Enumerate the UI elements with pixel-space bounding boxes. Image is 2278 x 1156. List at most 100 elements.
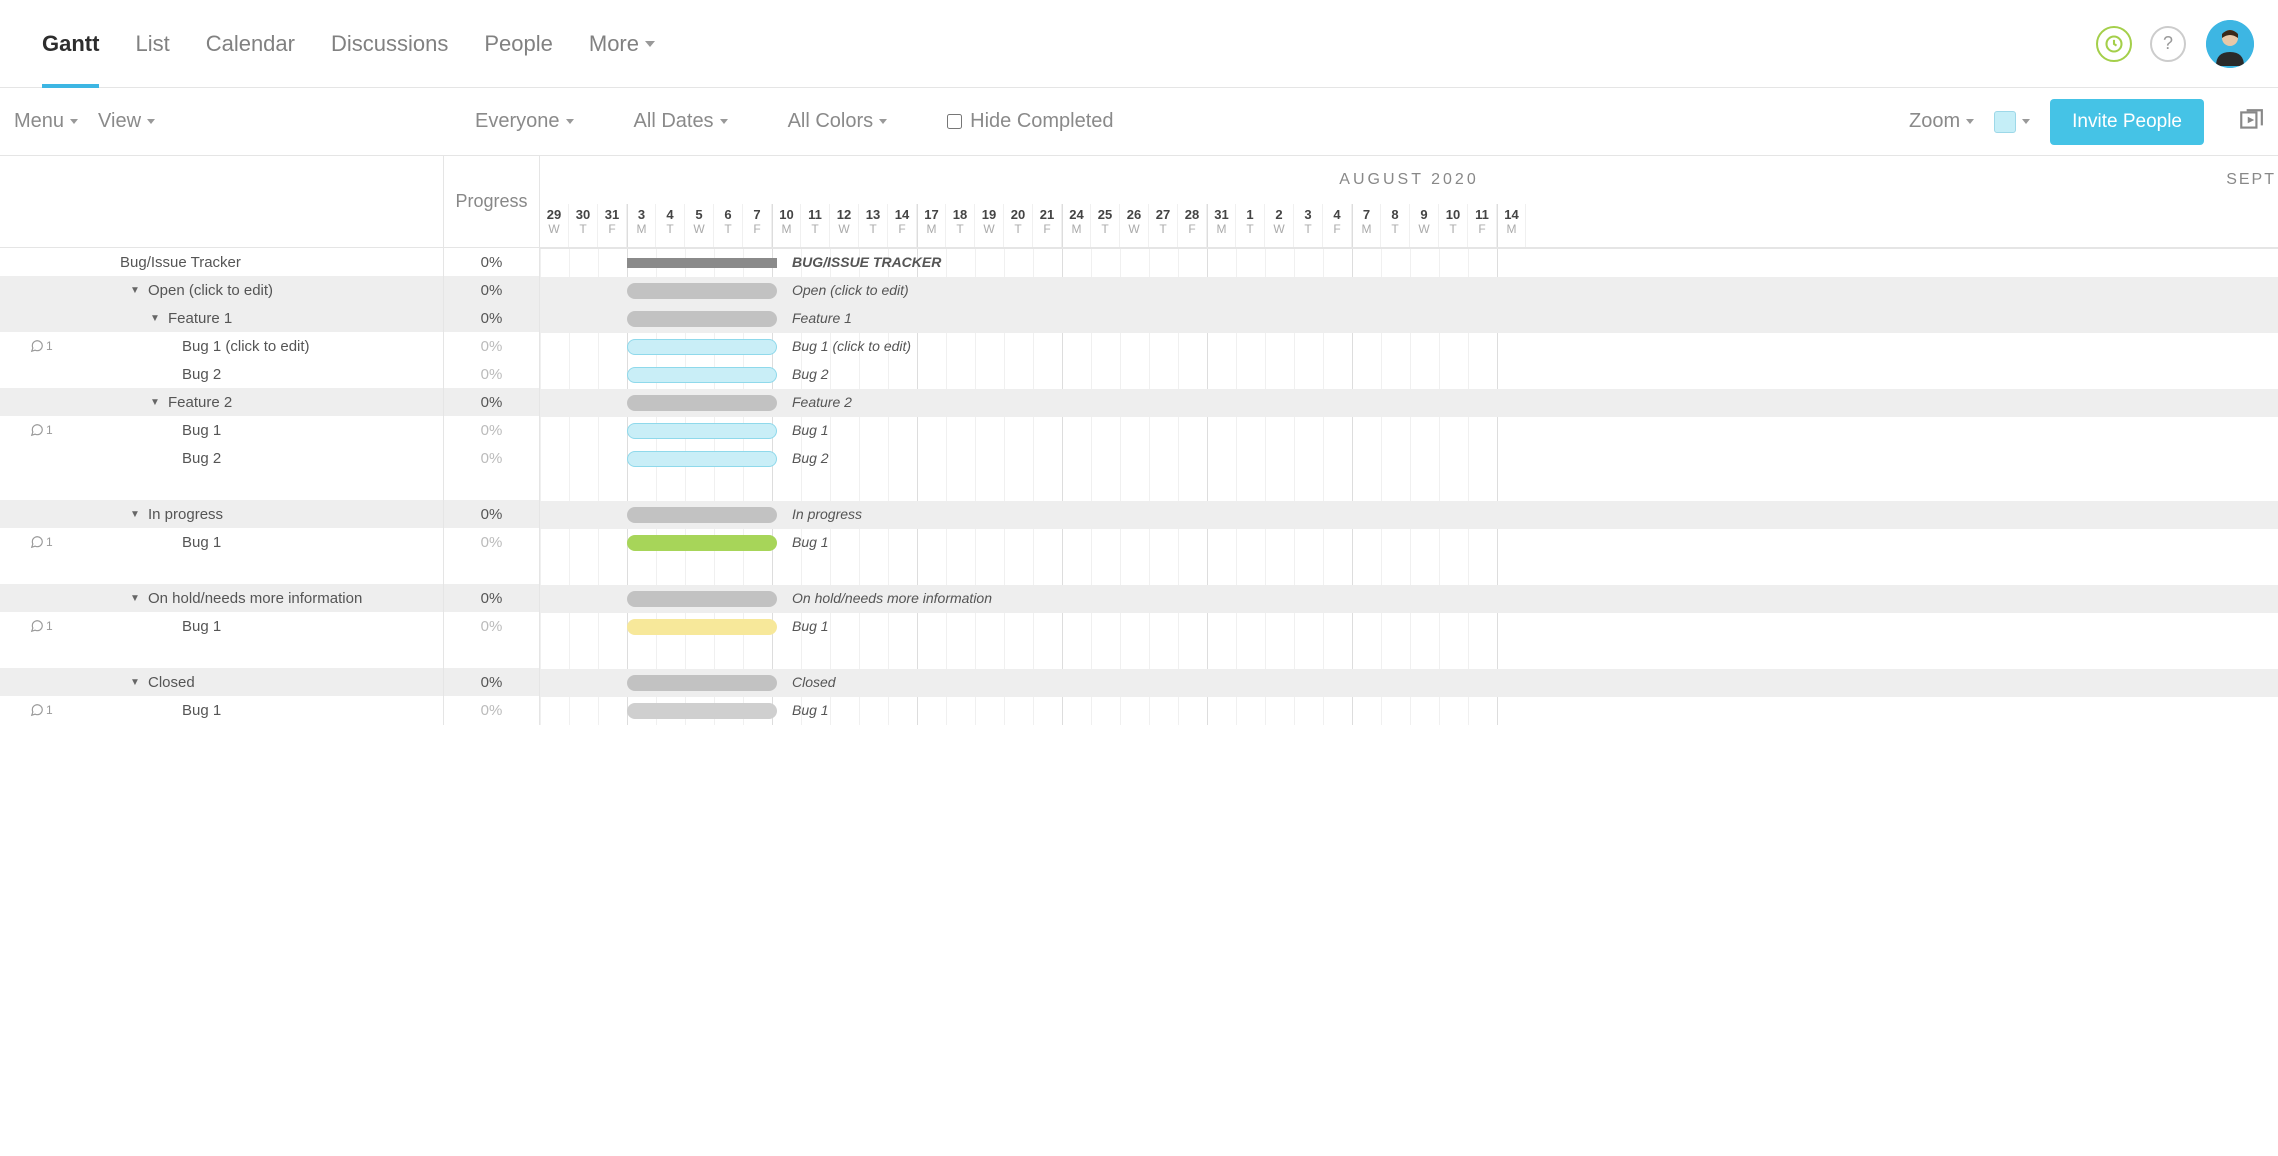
tab-more[interactable]: More [571,0,673,88]
day-column: 19W [975,204,1004,247]
progress-cell: 0% [444,612,539,640]
gantt-row[interactable]: In progress [540,501,2278,529]
comment-indicator[interactable]: 1 [30,535,53,549]
progress-cell: 0% [444,416,539,444]
tab-people[interactable]: People [466,0,571,88]
color-dropdown[interactable] [1994,111,2030,133]
caret-icon[interactable]: ▼ [130,677,140,688]
gantt-row[interactable]: Feature 2 [540,389,2278,417]
gantt-row[interactable]: Bug 1 [540,529,2278,557]
task-list-pane: Bug/Issue Tracker▼Open (click to edit)▼F… [0,156,444,725]
gantt-bar[interactable] [627,619,777,635]
task-row[interactable]: 1Bug 1 (click to edit) [0,332,443,360]
task-label: Bug 1 [182,702,221,719]
progress-cell: 0% [444,248,539,276]
gantt-row[interactable]: Bug 1 (click to edit) [540,333,2278,361]
tab-discussions[interactable]: Discussions [313,0,466,88]
day-column: 11T [801,204,830,247]
task-label: On hold/needs more information [148,590,362,607]
gantt-bar[interactable] [627,339,777,355]
view-dropdown[interactable]: View [98,110,155,133]
task-row[interactable]: ▼In progress [0,500,443,528]
gantt-bar[interactable] [627,311,777,327]
gantt-row[interactable]: Bug 1 [540,613,2278,641]
gantt-row[interactable]: Feature 1 [540,305,2278,333]
tab-gantt[interactable]: Gantt [24,0,117,88]
gantt-bar-label: Open (click to edit) [792,282,909,298]
day-column: 14M [1497,204,1526,247]
gantt-bar-label: Bug 1 [792,534,829,550]
caret-icon[interactable]: ▼ [130,509,140,520]
gantt-bar[interactable] [627,283,777,299]
comment-indicator[interactable]: 1 [30,339,53,353]
gantt-bar-label: Bug 2 [792,366,829,382]
gantt-row[interactable]: On hold/needs more information [540,585,2278,613]
gantt-row[interactable]: Closed [540,669,2278,697]
gantt-bar[interactable] [627,703,777,719]
task-row[interactable]: ▼Feature 2 [0,388,443,416]
comment-indicator[interactable]: 1 [30,619,53,633]
task-row[interactable]: 1Bug 1 [0,416,443,444]
gantt-bar[interactable] [627,591,777,607]
day-column: 10M [772,204,801,247]
task-row[interactable]: Bug 2 [0,360,443,388]
gantt-row[interactable]: BUG/ISSUE TRACKER [540,249,2278,277]
progress-cell: 0% [444,528,539,556]
day-column: 11F [1468,204,1497,247]
comment-indicator[interactable]: 1 [30,423,53,437]
invite-people-button[interactable]: Invite People [2050,99,2204,145]
gantt-bar[interactable] [627,675,777,691]
avatar[interactable] [2206,20,2254,68]
playlist-icon[interactable] [2238,107,2264,136]
gantt-row[interactable]: Bug 2 [540,445,2278,473]
gantt-chart-pane[interactable]: AUGUST 2020 SEPT 29W30T31F3M4T5W6T7F10M1… [540,156,2278,725]
gantt-row[interactable]: Bug 1 [540,417,2278,445]
gantt-bar-label: Feature 2 [792,394,852,410]
caret-icon[interactable]: ▼ [130,285,140,296]
gantt-bar-label: BUG/ISSUE TRACKER [792,254,941,270]
task-row[interactable]: Bug/Issue Tracker [0,248,443,276]
gantt-bar[interactable] [627,395,777,411]
filter-dates[interactable]: All Dates [634,110,728,133]
spacer-row [0,556,443,584]
gantt-bar[interactable] [627,451,777,467]
task-row[interactable]: 1 Bug 1 [0,696,443,724]
task-row[interactable]: Bug 2 [0,444,443,472]
tab-list[interactable]: List [117,0,187,88]
hide-completed-checkbox[interactable] [947,114,962,129]
caret-icon[interactable]: ▼ [150,313,160,324]
task-row[interactable]: ▼ On hold/needs more information [0,584,443,612]
menu-dropdown[interactable]: Menu [14,110,78,133]
gantt-bar[interactable] [627,258,777,268]
task-row[interactable]: 1Bug 1 [0,612,443,640]
day-column: 18T [946,204,975,247]
task-row[interactable]: ▼Open (click to edit) [0,276,443,304]
day-column: 3T [1294,204,1323,247]
day-column: 6T [714,204,743,247]
task-label: Bug/Issue Tracker [120,254,241,271]
filter-people[interactable]: Everyone [475,110,574,133]
filter-colors[interactable]: All Colors [788,110,888,133]
gantt-row[interactable]: Bug 1 [540,697,2278,725]
gantt-bar[interactable] [627,367,777,383]
gantt-bar[interactable] [627,507,777,523]
day-column: 4F [1323,204,1352,247]
gantt-bar[interactable] [627,423,777,439]
caret-icon[interactable]: ▼ [130,593,140,604]
clock-icon[interactable] [2096,26,2132,62]
task-row[interactable]: ▼Closed [0,668,443,696]
hide-completed-toggle[interactable]: Hide Completed [947,110,1113,133]
progress-cell: 0% [444,276,539,304]
task-row[interactable]: 1Bug 1 [0,528,443,556]
zoom-dropdown[interactable]: Zoom [1909,110,1974,133]
help-icon[interactable]: ? [2150,26,2186,62]
task-row[interactable]: ▼Feature 1 [0,304,443,332]
progress-cell: 0% [444,500,539,528]
gantt-bar[interactable] [627,535,777,551]
progress-cell: 0% [444,696,539,724]
caret-icon[interactable]: ▼ [150,397,160,408]
gantt-row[interactable]: Bug 2 [540,361,2278,389]
comment-indicator[interactable]: 1 [30,703,53,717]
gantt-row[interactable]: Open (click to edit) [540,277,2278,305]
tab-calendar[interactable]: Calendar [188,0,313,88]
